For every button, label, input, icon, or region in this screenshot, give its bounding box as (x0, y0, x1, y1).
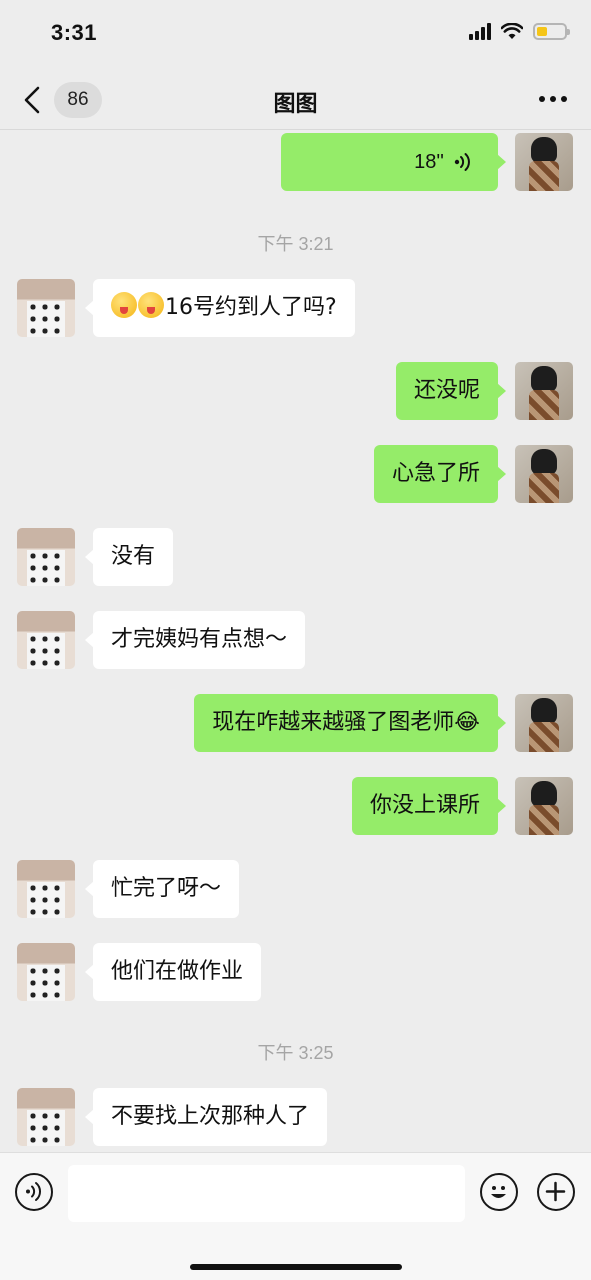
system-icons (469, 22, 570, 40)
message-bubble[interactable]: 才完姨妈有点想～ (84, 611, 306, 669)
chat-header: 86 图图 (0, 70, 591, 130)
message-text: 还没呢 (413, 378, 480, 403)
message-list[interactable]: 18'' 下午 3:21 16号约到人了吗? 还没呢 心急了所 没有 才完姨妈有… (0, 131, 591, 1151)
message-text: 他们在做作业 (111, 959, 244, 984)
plus-icon (545, 1181, 566, 1202)
message-text: 不要找上次那种人了 (111, 1104, 310, 1129)
message-text: 你没上课所 (369, 793, 480, 818)
message-text: 忙完了呀～ (111, 876, 222, 901)
message-text: 才完姨妈有点想～ (111, 627, 288, 652)
emoji-button[interactable] (480, 1173, 518, 1211)
smiley-face-icon (491, 1186, 506, 1198)
contact-avatar[interactable] (17, 611, 75, 669)
message-bubble[interactable]: 心急了所 (373, 445, 507, 503)
chat-title: 图图 (273, 92, 318, 117)
message-bubble[interactable]: 他们在做作业 (84, 943, 262, 1001)
message-timestamp: 下午 3:25 (257, 1043, 334, 1063)
voice-input-button[interactable] (15, 1173, 53, 1211)
message-text: 没有 (111, 544, 156, 569)
cellular-signal-icon (469, 22, 491, 40)
message-bubble[interactable]: 你没上课所 (351, 777, 507, 835)
more-dot-icon (550, 96, 556, 102)
status-time: 3:31 (51, 20, 98, 45)
winking-tongue-emoji-icon (111, 292, 137, 318)
my-avatar[interactable] (515, 133, 573, 191)
message-text: 心急了所 (391, 461, 480, 486)
message-bubble[interactable]: 没有 (84, 528, 174, 586)
contact-avatar[interactable] (17, 860, 75, 918)
more-dot-icon (561, 96, 567, 102)
contact-avatar[interactable] (17, 528, 75, 586)
more-functions-button[interactable] (537, 1173, 575, 1211)
home-indicator[interactable] (190, 1264, 402, 1270)
battery-icon (533, 22, 570, 40)
message-timestamp: 下午 3:21 (257, 234, 334, 254)
my-avatar[interactable] (515, 777, 573, 835)
more-options-button[interactable] (539, 96, 567, 102)
message-bubble[interactable]: 还没呢 (395, 362, 507, 420)
status-bar: 3:31 (0, 0, 591, 70)
voice-wave-icon (454, 153, 470, 171)
message-input[interactable] (68, 1165, 465, 1222)
voice-duration: 18'' (414, 151, 444, 173)
wifi-icon (501, 22, 523, 39)
winking-tongue-emoji-icon (138, 292, 164, 318)
my-avatar[interactable] (515, 362, 573, 420)
tears-of-joy-emoji-icon: 😂 (454, 710, 480, 735)
voice-message-bubble[interactable]: 18'' (281, 133, 506, 191)
more-dot-icon (539, 96, 545, 102)
message-bubble[interactable]: 16号约到人了吗? (85, 279, 355, 337)
input-bar (0, 1152, 591, 1280)
contact-avatar[interactable] (17, 1088, 75, 1146)
my-avatar[interactable] (515, 694, 573, 752)
message-bubble[interactable]: 不要找上次那种人了 (84, 1088, 328, 1146)
message-bubble[interactable]: 现在咋越来越骚了图老师😂 (194, 694, 506, 752)
voice-wave-icon (26, 1182, 42, 1201)
contact-avatar[interactable] (17, 279, 75, 337)
message-text: 现在咋越来越骚了图老师 (212, 710, 455, 735)
my-avatar[interactable] (515, 445, 573, 503)
message-bubble[interactable]: 忙完了呀～ (84, 860, 240, 918)
message-text: 16号约到人了吗? (165, 295, 337, 320)
contact-avatar[interactable] (17, 943, 75, 1001)
